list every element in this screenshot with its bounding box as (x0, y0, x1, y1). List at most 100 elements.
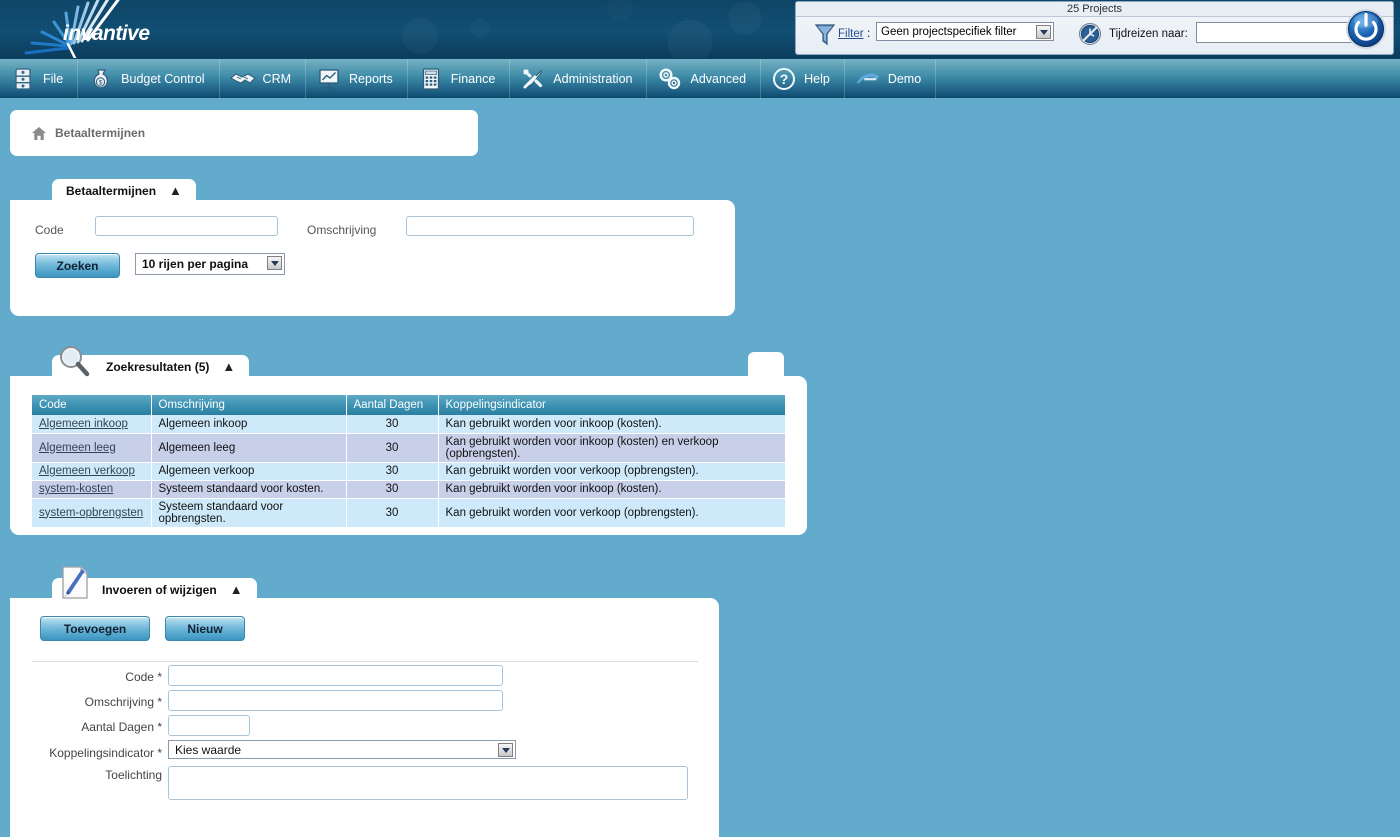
search-panel-title: Betaaltermijnen (66, 183, 157, 198)
row-code-link[interactable]: system-opbrengsten (39, 507, 143, 519)
cell-aantal-dagen: 30 (346, 462, 439, 481)
table-row[interactable]: Algemeen leeg Algemeen leeg 30 Kan gebru… (32, 433, 785, 463)
table-row[interactable]: system-opbrengsten Systeem standaard voo… (32, 498, 785, 528)
cell-omschrijving: Systeem standaard voor opbrengsten. (151, 498, 347, 528)
new-button[interactable]: Nieuw (165, 616, 245, 641)
form-divider (32, 661, 698, 662)
col-code[interactable]: Code (32, 395, 152, 415)
cell-koppelingsindicator: Kan gebruikt worden voor inkoop (kosten)… (438, 480, 785, 499)
edit-koppelingsindicator-select[interactable]: Kies waarde (168, 740, 516, 759)
menu-label-administration: Administration (553, 71, 633, 86)
cell-aantal-dagen: 30 (346, 433, 439, 463)
svg-text:$: $ (99, 79, 103, 86)
cell-code[interactable]: Algemeen verkoop (32, 462, 152, 481)
results-panel-body: Code Omschrijving Aantal Dagen Koppeling… (10, 376, 807, 535)
cell-code[interactable]: Algemeen leeg (32, 433, 152, 463)
menu-item-help[interactable]: ? Help (761, 58, 845, 99)
document-pencil-icon (62, 566, 88, 599)
rows-per-page-select[interactable]: 10 rijen per pagina (135, 253, 285, 275)
cell-aantal-dagen: 30 (346, 480, 439, 499)
clock-icon[interactable] (1078, 22, 1102, 46)
chevron-down-icon[interactable] (1036, 25, 1051, 39)
chevron-up-icon[interactable]: ▲ (222, 359, 235, 374)
search-omschrijving-input[interactable] (406, 216, 694, 236)
search-code-input[interactable] (95, 216, 278, 236)
menu-label-finance: Finance (450, 71, 496, 86)
col-aantal-dagen[interactable]: Aantal Dagen (346, 395, 439, 415)
menu-item-demo[interactable]: Demo (845, 58, 937, 99)
invantive-logo[interactable]: invantive (22, 0, 202, 58)
project-filter-value: Geen projectspecifiek filter (881, 26, 1017, 38)
cell-koppelingsindicator: Kan gebruikt worden voor inkoop (kosten)… (438, 433, 785, 463)
projects-count: 25 Projects (796, 2, 1393, 17)
filter-link[interactable]: Filter (838, 28, 864, 40)
svg-text:?: ? (780, 71, 789, 87)
breadcrumb-label[interactable]: Betaaltermijnen (55, 126, 145, 140)
cell-code[interactable]: system-kosten (32, 480, 152, 499)
search-code-label: Code (35, 223, 64, 237)
results-panel-title: Zoekresultaten (5) (106, 359, 210, 374)
table-header-row: Code Omschrijving Aantal Dagen Koppeling… (32, 395, 785, 415)
cell-code[interactable]: Algemeen inkoop (32, 415, 152, 434)
cell-koppelingsindicator: Kan gebruikt worden voor inkoop (kosten)… (438, 415, 785, 434)
magnifier-icon (60, 346, 90, 377)
search-panel-body: Code Omschrijving Zoeken 10 rijen per pa… (10, 200, 735, 316)
results-table: Code Omschrijving Aantal Dagen Koppeling… (32, 395, 785, 528)
row-code-link[interactable]: Algemeen verkoop (39, 465, 135, 477)
menu-item-advanced[interactable]: Advanced (647, 58, 762, 99)
table-row[interactable]: Algemeen verkoop Algemeen verkoop 30 Kan… (32, 462, 785, 481)
edit-aantal-dagen-input[interactable] (168, 715, 250, 736)
invantive-logo-icon (855, 66, 881, 92)
edit-toelichting-label: Toelichting (105, 768, 162, 782)
col-omschrijving[interactable]: Omschrijving (151, 395, 347, 415)
edit-omschrijving-input[interactable] (168, 690, 503, 711)
edit-panel-body: Toevoegen Nieuw Code * Omschrijving * Aa… (10, 598, 719, 837)
cell-omschrijving: Algemeen leeg (151, 433, 347, 463)
chevron-down-icon[interactable] (267, 256, 282, 270)
cell-omschrijving: Algemeen verkoop (151, 462, 347, 481)
menu-item-budget-control[interactable]: $ Budget Control (78, 58, 220, 99)
row-code-link[interactable]: system-kosten (39, 483, 113, 495)
tools-icon (520, 66, 546, 92)
handshake-icon (229, 66, 256, 92)
menu-label-help: Help (804, 71, 830, 86)
timetravel-input[interactable] (1196, 22, 1356, 43)
chevron-up-icon[interactable]: ▲ (230, 582, 243, 597)
power-icon[interactable] (1345, 8, 1387, 50)
edit-koppelingsindicator-label: Koppelingsindicator * (49, 746, 162, 760)
chevron-down-icon[interactable] (498, 743, 513, 757)
table-row[interactable]: system-kosten Systeem standaard voor kos… (32, 480, 785, 499)
menu-label-advanced: Advanced (690, 71, 747, 86)
menu-item-crm[interactable]: CRM (220, 58, 307, 99)
edit-code-input[interactable] (168, 665, 503, 686)
cell-koppelingsindicator: Kan gebruikt worden voor verkoop (opbren… (438, 462, 785, 481)
search-omschrijving-label: Omschrijving (307, 223, 377, 237)
search-panel-tab[interactable]: Betaaltermijnen ▲ (52, 179, 196, 202)
breadcrumb: Betaaltermijnen (10, 110, 478, 156)
menu-label-demo: Demo (887, 71, 922, 86)
edit-aantal-dagen-label: Aantal Dagen * (81, 720, 162, 734)
project-filter-select[interactable]: Geen projectspecifiek filter (876, 22, 1054, 41)
results-side-tab[interactable] (748, 352, 784, 378)
add-button[interactable]: Toevoegen (40, 616, 150, 641)
menu-item-file[interactable]: File (0, 58, 79, 99)
col-koppelingsindicator[interactable]: Koppelingsindicator (438, 395, 785, 415)
edit-omschrijving-label: Omschrijving * (84, 695, 162, 709)
home-icon[interactable] (32, 126, 46, 140)
logo-text: invantive (63, 22, 150, 45)
table-row[interactable]: Algemeen inkoop Algemeen inkoop 30 Kan g… (32, 415, 785, 434)
row-code-link[interactable]: Algemeen leeg (39, 442, 116, 454)
question-mark-icon: ? (771, 66, 797, 92)
chevron-up-icon[interactable]: ▲ (169, 183, 182, 198)
filter-colon: : (867, 28, 871, 40)
cell-code[interactable]: system-opbrengsten (32, 498, 152, 528)
search-button[interactable]: Zoeken (35, 253, 120, 278)
menu-item-finance[interactable]: Finance (408, 58, 511, 99)
gears-icon (657, 66, 683, 92)
menu-label-crm: CRM (262, 71, 292, 86)
menu-item-administration[interactable]: Administration (510, 58, 648, 99)
menu-item-reports[interactable]: Reports (306, 58, 408, 99)
row-code-link[interactable]: Algemeen inkoop (39, 418, 128, 430)
edit-code-label: Code * (125, 670, 162, 684)
edit-toelichting-textarea[interactable] (168, 766, 688, 800)
